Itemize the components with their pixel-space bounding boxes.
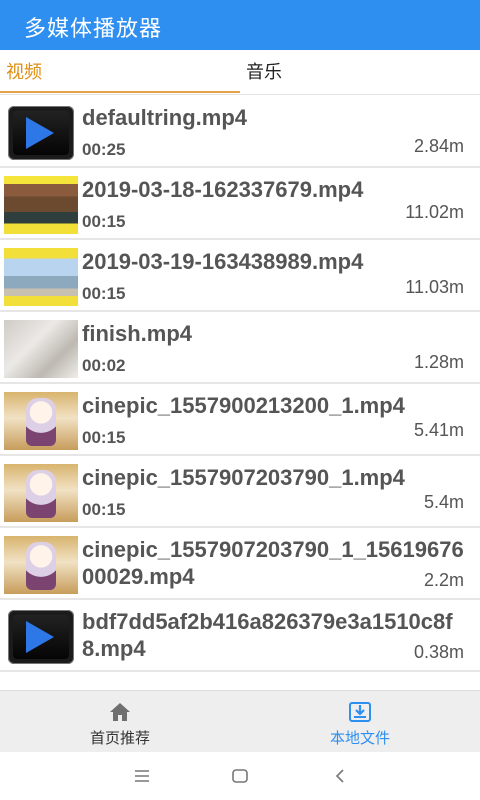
active-tab-indicator — [0, 91, 240, 93]
file-name: bdf7dd5af2b416a826379e3a1510c8f8.mp4 — [82, 609, 453, 661]
system-navigation-bar — [0, 752, 480, 800]
file-duration: 00:15 — [82, 428, 126, 447]
home-square-icon[interactable] — [230, 766, 250, 786]
file-name: finish.mp4 — [82, 321, 193, 346]
file-name: defaultring.mp4 — [82, 105, 248, 130]
back-icon[interactable] — [330, 766, 350, 786]
anime-girl-thumbnail — [4, 536, 78, 594]
list-item[interactable]: finish.mp4 00:02 1.28m — [0, 312, 480, 384]
app-bar: 多媒体播放器 — [0, 0, 480, 50]
play-icon — [8, 610, 74, 664]
file-size: 2.84m — [413, 136, 464, 156]
ruins-thumbnail — [4, 176, 78, 234]
nav-local-files[interactable]: 本地文件 — [240, 691, 480, 753]
anime-girl-thumbnail — [4, 392, 78, 450]
file-name: 2019-03-19-163438989.mp4 — [82, 249, 364, 274]
list-item[interactable]: defaultring.mp4 00:25 2.84m — [0, 96, 480, 168]
menu-icon[interactable] — [132, 766, 152, 786]
file-size: 0.38m — [413, 642, 464, 662]
tab-bar: 视频 音乐 — [0, 50, 480, 95]
list-item[interactable]: 2019-03-18-162337679.mp4 00:15 11.02m — [0, 168, 480, 240]
file-name: cinepic_1557907203790_1_1561967600029.mp… — [82, 537, 464, 589]
play-icon — [8, 106, 74, 160]
list-item[interactable]: cinepic_1557907203790_1.mp4 00:15 5.4m — [0, 456, 480, 528]
file-duration: 00:15 — [82, 500, 126, 519]
video-list[interactable]: defaultring.mp4 00:25 2.84m 2019-03-18-1… — [0, 96, 480, 690]
file-name: 2019-03-18-162337679.mp4 — [82, 177, 364, 202]
anime-girl-thumbnail — [4, 464, 78, 522]
construction-crane-thumbnail — [4, 248, 78, 306]
list-item[interactable]: cinepic_1557907203790_1_1561967600029.mp… — [0, 528, 480, 600]
list-item[interactable]: bdf7dd5af2b416a826379e3a1510c8f8.mp4 0.3… — [0, 600, 480, 672]
download-icon — [349, 702, 371, 722]
tab-music[interactable]: 音乐 — [246, 50, 480, 95]
tab-video[interactable]: 视频 — [6, 50, 240, 95]
wall-texture-thumbnail — [4, 320, 78, 378]
list-item[interactable]: cinepic_1557900213200_1.mp4 00:15 5.41m — [0, 384, 480, 456]
app-title: 多媒体播放器 — [24, 16, 163, 41]
file-duration: 00:15 — [82, 212, 126, 231]
file-size: 1.28m — [413, 352, 464, 372]
file-duration: 00:02 — [82, 356, 126, 375]
file-duration: 00:15 — [82, 284, 126, 303]
file-duration: 00:25 — [82, 140, 126, 159]
nav-home[interactable]: 首页推荐 — [0, 691, 240, 753]
nav-home-label: 首页推荐 — [89, 730, 150, 747]
file-size: 5.41m — [413, 420, 464, 440]
file-size: 5.4m — [423, 492, 464, 512]
file-name: cinepic_1557900213200_1.mp4 — [82, 393, 405, 418]
nav-local-files-label: 本地文件 — [329, 730, 390, 747]
list-item[interactable]: 2019-03-19-163438989.mp4 00:15 11.03m — [0, 240, 480, 312]
file-size: 11.03m — [405, 277, 464, 297]
list-item[interactable] — [0, 672, 480, 690]
bottom-navigation: 首页推荐 本地文件 — [0, 690, 480, 752]
file-size: 11.02m — [405, 202, 464, 222]
file-size: 2.2m — [423, 570, 464, 590]
home-icon — [110, 703, 130, 721]
file-name: cinepic_1557907203790_1.mp4 — [82, 465, 405, 490]
